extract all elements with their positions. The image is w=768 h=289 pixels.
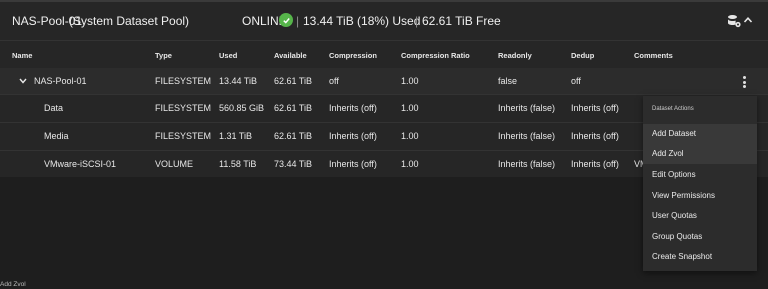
database-settings-icon[interactable] xyxy=(727,14,741,28)
menu-item-edit-options[interactable]: Edit Options xyxy=(643,165,757,185)
column-header-compression[interactable]: Compression xyxy=(329,51,377,60)
more-vert-icon[interactable] xyxy=(743,76,747,88)
cell-type: FILESYSTEM xyxy=(155,131,212,141)
cell-dedup: Inherits (off) xyxy=(571,131,619,141)
separator: | xyxy=(415,14,419,28)
cell-compression: Inherits (off) xyxy=(329,103,377,113)
pool-header[interactable]: NAS-Pool-01 (System Dataset Pool) ONLINE… xyxy=(0,2,768,40)
menu-item-label: Create Snapshot xyxy=(652,252,713,261)
cell-type: VOLUME xyxy=(155,159,194,169)
cell-readonly: Inherits (false) xyxy=(498,159,556,169)
column-header-type[interactable]: Type xyxy=(155,51,172,60)
table-row[interactable]: NAS-Pool-01 FILESYSTEM 13.44 TiB 62.61 T… xyxy=(0,68,768,94)
menu-item-add-dataset[interactable]: Add Dataset xyxy=(643,124,757,144)
cell-name: NAS-Pool-01 xyxy=(34,76,87,86)
cell-available: 62.61 TiB xyxy=(274,103,313,113)
cell-dedup: off xyxy=(571,76,581,86)
column-header-name[interactable]: Name xyxy=(12,51,32,60)
cell-readonly: false xyxy=(498,76,518,86)
menu-item-add-zvol[interactable]: Add Zvol xyxy=(643,144,757,164)
cell-type: FILESYSTEM xyxy=(155,76,212,86)
cell-name: VMware-iSCSI-01 xyxy=(44,159,117,169)
cell-type: FILESYSTEM xyxy=(155,103,212,113)
cell-compression-ratio: 1.00 xyxy=(401,103,419,113)
column-header-compression-ratio[interactable]: Compression Ratio xyxy=(401,51,470,60)
status-hover-text: Add Zvol xyxy=(0,281,26,288)
cell-used: 13.44 TiB xyxy=(219,76,258,86)
menu-item-label: User Quotas xyxy=(652,211,697,220)
chevron-down-icon[interactable] xyxy=(19,78,27,84)
cell-compression-ratio: 1.00 xyxy=(401,76,419,86)
cell-available: 62.61 TiB xyxy=(274,76,313,86)
cell-used: 1.31 TiB xyxy=(219,131,253,141)
pool-used: 13.44 TiB (18%) Used xyxy=(303,14,421,28)
menu-heading: Dataset Actions xyxy=(652,106,694,112)
cell-compression-ratio: 1.00 xyxy=(401,131,419,141)
cell-compression: Inherits (off) xyxy=(329,159,377,169)
column-header-available[interactable]: Available xyxy=(274,51,307,60)
pool-free: 62.61 TiB Free xyxy=(422,14,501,28)
column-header-used[interactable]: Used xyxy=(219,51,237,60)
chevron-up-icon[interactable] xyxy=(743,15,753,25)
cell-available: 73.44 TiB xyxy=(274,159,313,169)
column-header-readonly[interactable]: Readonly xyxy=(498,51,532,60)
menu-item-label: Add Dataset xyxy=(652,129,697,138)
menu-item-label: Add Zvol xyxy=(652,149,684,158)
cell-used: 11.58 TiB xyxy=(219,159,257,169)
dataset-actions-menu: Dataset Actions Add Dataset Add Zvol Edi… xyxy=(643,96,757,271)
menu-item-create-snapshot[interactable]: Create Snapshot xyxy=(643,247,757,267)
check-circle-icon xyxy=(279,13,293,27)
divider xyxy=(0,40,768,41)
column-header-comments[interactable]: Comments xyxy=(634,51,673,60)
column-header-dedup[interactable]: Dedup xyxy=(571,51,594,60)
cell-name: Data xyxy=(44,103,64,113)
menu-item-label: Edit Options xyxy=(652,170,696,179)
cell-dedup: Inherits (off) xyxy=(571,103,619,113)
menu-item-user-quotas[interactable]: User Quotas xyxy=(643,206,757,226)
cell-name: Media xyxy=(44,131,69,141)
cell-readonly: Inherits (false) xyxy=(498,103,556,113)
pool-description: (System Dataset Pool) xyxy=(69,14,190,28)
separator: | xyxy=(296,14,300,28)
menu-item-view-permissions[interactable]: View Permissions xyxy=(643,186,757,206)
menu-item-label: View Permissions xyxy=(652,191,715,200)
menu-item-group-quotas[interactable]: Group Quotas xyxy=(643,227,757,247)
cell-available: 62.61 TiB xyxy=(274,131,313,141)
cell-compression-ratio: 1.00 xyxy=(401,159,419,169)
menu-item-label: Group Quotas xyxy=(652,232,703,241)
cell-compression: off xyxy=(329,76,339,86)
cell-compression: Inherits (off) xyxy=(329,131,377,141)
cell-readonly: Inherits (false) xyxy=(498,131,556,141)
cell-used: 560.85 GiB xyxy=(219,103,265,113)
cell-dedup: Inherits (off) xyxy=(571,159,619,169)
